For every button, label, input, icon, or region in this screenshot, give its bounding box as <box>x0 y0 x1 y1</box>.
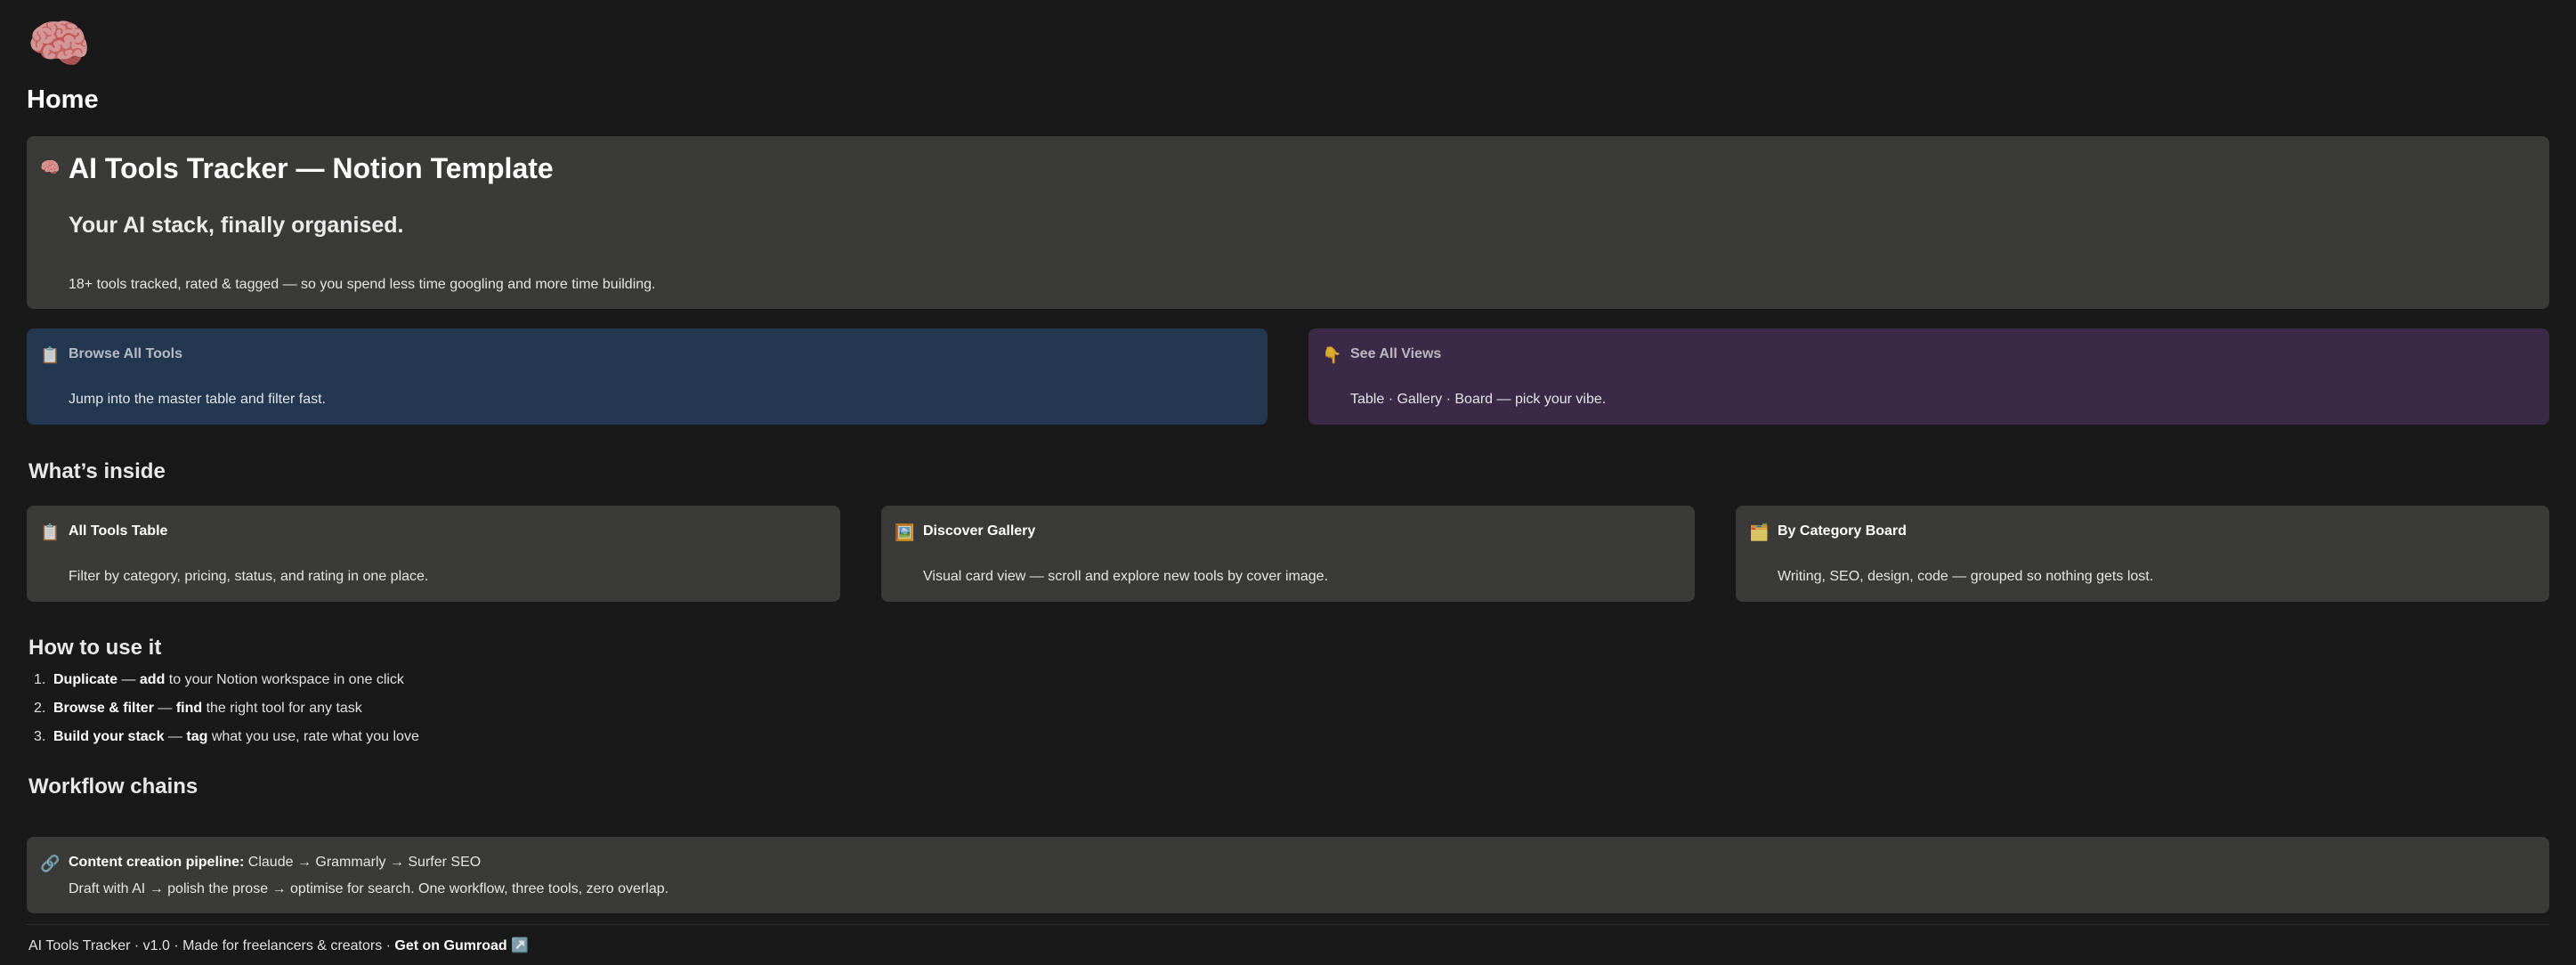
clipboard-icon: 📋 <box>40 346 61 365</box>
workflow-chain: Content creation pipeline: Claude → Gram… <box>69 855 482 870</box>
list-item: 1. Duplicate — add to your Notion workspa… <box>34 672 404 687</box>
discover-gallery-title[interactable]: Discover Gallery <box>923 523 1035 539</box>
page-title: Home <box>27 85 99 114</box>
see-all-views-callout[interactable]: 👇 See All Views Table · Gallery · Board … <box>1308 328 2549 425</box>
footer: AI Tools Tracker · v1.0 · Made for freel… <box>28 938 530 953</box>
divider <box>27 924 2549 925</box>
framed-picture-icon: 🖼️ <box>895 523 915 542</box>
gumroad-link[interactable]: Get on Gumroad <box>394 938 506 953</box>
all-tools-table-title[interactable]: All Tools Table <box>69 523 167 539</box>
external-link-icon: ↗️ <box>511 938 530 953</box>
brain-icon: 🧠 <box>40 158 61 177</box>
browse-all-tools-callout[interactable]: 📋 Browse All Tools Jump into the master … <box>27 328 1268 425</box>
hero-description: 18+ tools tracked, rated & tagged — so y… <box>69 277 656 292</box>
workflow-description: Draft with AI → polish the prose → optim… <box>69 881 669 896</box>
hero-callout: 🧠 AI Tools Tracker — Notion Template You… <box>27 136 2549 309</box>
all-tools-table-description: Filter by category, pricing, status, and… <box>69 569 429 584</box>
see-all-views-description: Table · Gallery · Board — pick your vibe… <box>1350 392 1607 407</box>
workflow-callout: 🔗 Content creation pipeline: Claude → Gr… <box>27 837 2549 913</box>
hero-title: AI Tools Tracker — Notion Template <box>69 152 554 184</box>
browse-all-tools-link[interactable]: Browse All Tools <box>69 346 182 362</box>
by-category-board-card[interactable]: 🗂️ By Category Board Writing, SEO, desig… <box>1736 506 2549 602</box>
see-all-views-link[interactable]: See All Views <box>1350 346 1441 362</box>
browse-all-tools-description: Jump into the master table and filter fa… <box>69 392 327 407</box>
all-tools-table-card[interactable]: 📋 All Tools Table Filter by category, pr… <box>27 506 840 602</box>
card-index-dividers-icon: 🗂️ <box>1749 523 1770 542</box>
clipboard-icon: 📋 <box>40 523 61 542</box>
workflow-chains-heading: Workflow chains <box>28 774 198 799</box>
discover-gallery-card[interactable]: 🖼️ Discover Gallery Visual card view — s… <box>881 506 1695 602</box>
list-item: 3. Build your stack — tag what you use, r… <box>34 729 419 744</box>
by-category-board-title[interactable]: By Category Board <box>1778 523 1907 539</box>
list-item: 2. Browse & filter — find the right tool … <box>34 701 362 716</box>
how-to-heading: How to use it <box>28 636 162 660</box>
whats-inside-heading: What’s inside <box>28 459 166 483</box>
how-to-steps-list: 1. Duplicate — add to your Notion workspa… <box>34 669 419 755</box>
pointing-down-icon: 👇 <box>1322 346 1342 365</box>
hero-subtitle: Your AI stack, finally organised. <box>69 213 404 238</box>
discover-gallery-description: Visual card view — scroll and explore ne… <box>923 569 1329 584</box>
by-category-board-description: Writing, SEO, design, code — grouped so … <box>1778 569 2154 584</box>
brain-icon[interactable]: 🧠 <box>27 12 98 75</box>
link-icon: 🔗 <box>40 855 61 873</box>
